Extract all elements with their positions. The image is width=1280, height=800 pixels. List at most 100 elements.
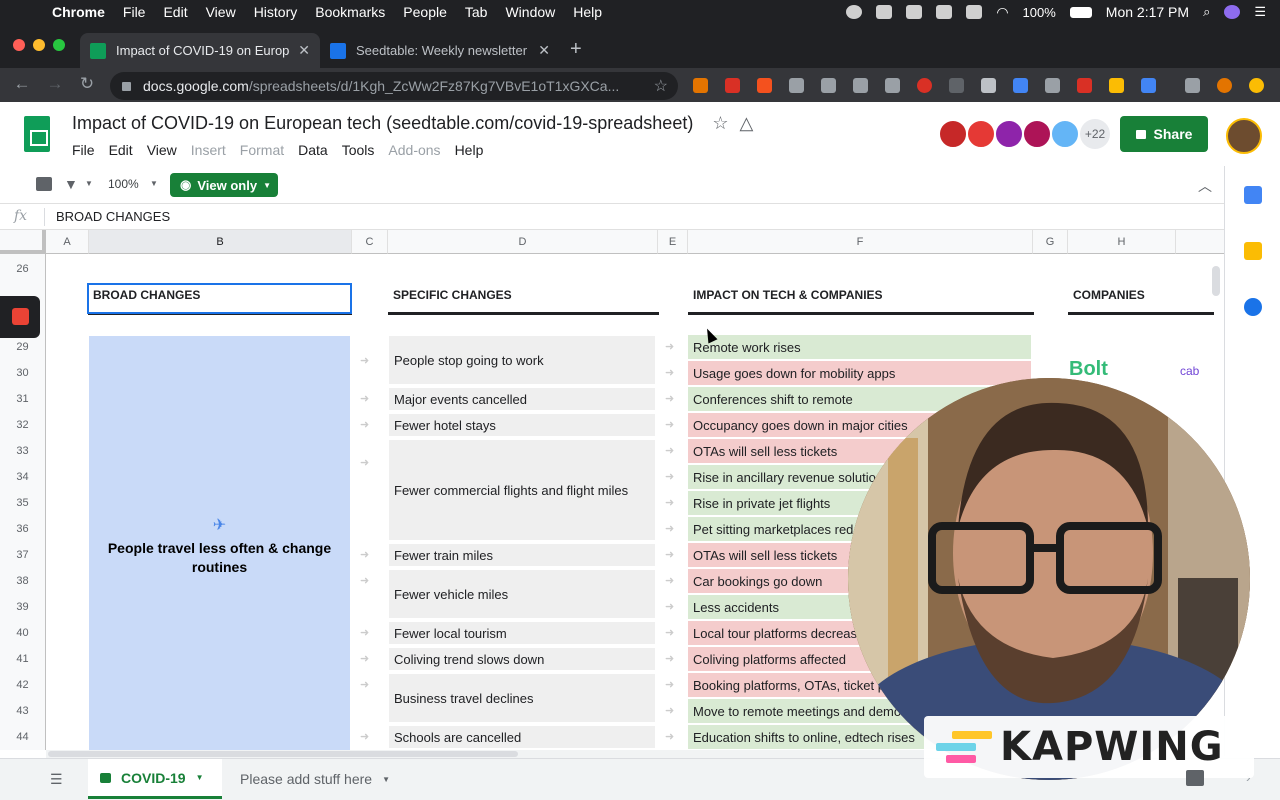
column-header[interactable]: C [352,230,388,254]
row-header[interactable]: 33 [0,438,46,464]
sheet-tab-add-stuff[interactable]: Please add stuff here ▼ [226,759,416,799]
close-window-button[interactable] [13,39,25,51]
select-all-corner[interactable] [0,230,46,254]
zoom-select[interactable]: 100% [108,177,139,191]
document-title[interactable]: Impact of COVID-19 on European tech (see… [72,113,753,134]
extension-icon[interactable] [981,78,996,93]
scrollbar-thumb[interactable] [48,751,518,757]
column-header[interactable]: B [89,230,352,254]
specific-change-cell[interactable]: Fewer commercial flights and flight mile… [389,440,655,540]
filter-icon[interactable]: ▼ [64,176,78,192]
cabify-logo[interactable]: cab [1180,364,1199,378]
share-button[interactable]: Share [1120,116,1208,152]
clock[interactable]: Mon 2:17 PM [1106,4,1189,20]
close-tab-icon[interactable]: ✕ [298,42,310,59]
bolt-logo[interactable]: Bolt [1069,358,1108,381]
column-header[interactable]: D [388,230,658,254]
browser-tab-sheets[interactable]: Impact of COVID-19 on Europe ✕ [80,33,320,68]
column-header[interactable]: G [1033,230,1068,254]
sheet-tab-covid[interactable]: COVID-19 ▼ [88,759,222,799]
adblock-icon[interactable] [725,78,740,93]
chat-icon[interactable] [1186,770,1204,786]
bookmark-star-icon[interactable]: ☆ [654,76,668,96]
status-app-icon[interactable] [876,5,893,19]
extension-icon[interactable] [821,78,836,93]
column-header[interactable]: F [688,230,1033,254]
star-document-icon[interactable]: ☆ [712,113,728,133]
extension-icon[interactable] [693,78,708,93]
wifi-icon[interactable]: ◠ [996,4,1008,21]
minimize-window-button[interactable] [33,39,45,51]
menu-data[interactable]: Data [298,142,328,158]
collaborator-avatar[interactable] [1022,119,1052,149]
row-header[interactable]: 26 [0,254,46,284]
siri-icon[interactable] [1224,5,1241,19]
more-collaborators[interactable]: +22 [1080,119,1110,149]
view-only-button[interactable]: ◉ View only ▼ [170,173,278,197]
column-header[interactable]: E [658,230,688,254]
collaborator-avatar[interactable] [1050,119,1080,149]
chevron-down-icon[interactable]: ▼ [382,775,390,784]
row-header[interactable]: 43 [0,698,46,724]
specific-change-cell[interactable]: Schools are cancelled [389,726,655,748]
mac-menu-window[interactable]: Window [505,4,555,20]
selected-cell[interactable] [87,283,352,314]
row-header[interactable]: 37 [0,542,46,568]
extension-icon[interactable] [917,78,932,93]
row-header[interactable]: 34 [0,464,46,490]
impact-cell[interactable]: Remote work rises [688,335,1031,359]
collaborator-avatar[interactable] [966,119,996,149]
spotlight-icon[interactable]: ⌕ [1203,4,1210,20]
new-tab-button[interactable]: + [570,38,582,61]
row-header[interactable]: 31 [0,386,46,412]
row-header[interactable]: 42 [0,672,46,698]
collapse-menus-icon[interactable]: ︿ [1198,176,1212,196]
dropbox-icon[interactable] [966,5,983,19]
row-header[interactable]: 39 [0,594,46,620]
extension-icon[interactable] [1013,78,1028,93]
calendar-icon[interactable] [1244,186,1262,204]
extension-icon[interactable] [1141,78,1156,93]
mac-menu-file[interactable]: File [123,4,146,20]
row-header[interactable]: 32 [0,412,46,438]
row-header[interactable]: 40 [0,620,46,646]
specific-change-cell[interactable]: Fewer vehicle miles [389,570,655,618]
row-header[interactable]: 35 [0,490,46,516]
mac-menu-history[interactable]: History [254,4,298,20]
row-header[interactable]: 30 [0,360,46,386]
drive-status-icon[interactable]: △ [740,113,754,133]
mac-menu-tab[interactable]: Tab [465,4,488,20]
reading-list-icon[interactable] [1185,78,1200,93]
back-button[interactable]: ← [11,74,33,94]
row-header[interactable]: 41 [0,646,46,672]
extension-icon[interactable] [1217,78,1232,93]
keep-icon[interactable] [1244,242,1262,260]
row-header[interactable]: 36 [0,516,46,542]
battery-icon[interactable] [1069,6,1092,18]
extension-icon[interactable] [949,78,964,93]
collaborator-avatar[interactable] [994,119,1024,149]
vertical-scrollbar[interactable] [1212,266,1220,296]
lock-icon[interactable] [122,81,131,91]
mac-menu-view[interactable]: View [206,4,236,20]
forward-button[interactable]: → [44,74,66,94]
column-header[interactable]: A [46,230,89,254]
broad-change-cell[interactable]: ✈ People travel less often & change rout… [89,336,350,750]
download-icon[interactable] [853,78,868,93]
mac-menu-help[interactable]: Help [573,4,602,20]
browser-tab-seedtable[interactable]: Seedtable: Weekly newsletter o ✕ [320,33,560,68]
specific-change-cell[interactable]: Coliving trend slows down [389,648,655,670]
mac-menu-people[interactable]: People [403,4,447,20]
extension-icon[interactable] [789,78,804,93]
menu-tools[interactable]: Tools [342,142,375,158]
profile-avatar[interactable] [1249,78,1264,93]
menu-edit[interactable]: Edit [109,142,133,158]
formula-input[interactable]: BROAD CHANGES [56,209,170,224]
notification-center-icon[interactable]: ☰ [1254,4,1266,20]
menu-help[interactable]: Help [455,142,484,158]
zoom-window-button[interactable] [53,39,65,51]
recording-stop-button[interactable] [0,296,40,338]
menu-view[interactable]: View [147,142,177,158]
impact-cell[interactable]: Usage goes down for mobility apps [688,361,1031,385]
specific-change-cell[interactable]: Fewer local tourism [389,622,655,644]
